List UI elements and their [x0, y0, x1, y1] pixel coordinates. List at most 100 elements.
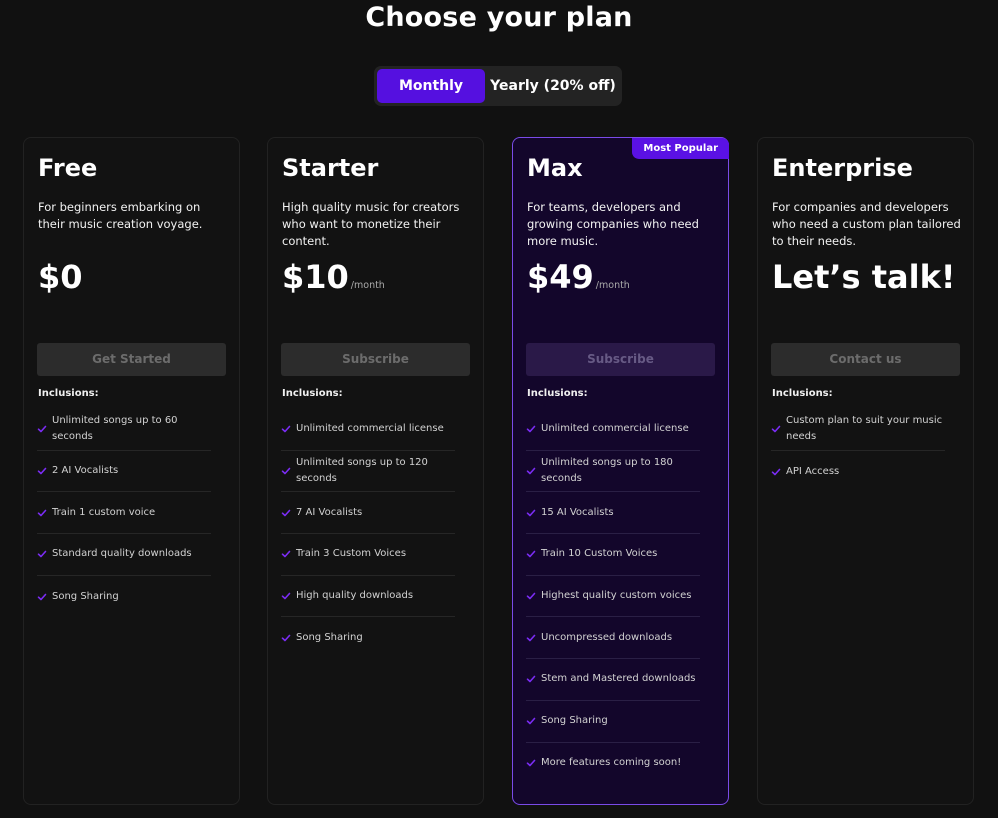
plan-description: High quality music for creators who want… — [282, 200, 460, 248]
pricing-page: Choose your plan Monthly Yearly (20% off… — [0, 0, 998, 818]
plan-name: Max — [527, 154, 583, 182]
feature-text: Unlimited songs up to 180 seconds — [541, 457, 673, 485]
page-title: Choose your plan — [365, 2, 633, 33]
plan-card-free: Free For beginners embarking on their mu… — [23, 137, 240, 805]
check-icon — [37, 592, 47, 602]
feature-item: Song Sharing — [281, 617, 455, 659]
plan-card-enterprise: Enterprise For companies and developers … — [757, 137, 974, 805]
feature-text: Unlimited commercial license — [296, 423, 444, 435]
feature-item: Song Sharing — [526, 701, 700, 743]
feature-item: Highest quality custom voices — [526, 576, 700, 618]
feature-text: Unlimited commercial license — [541, 423, 689, 435]
feature-text: Song Sharing — [541, 715, 608, 727]
feature-text: API Access — [786, 465, 840, 477]
check-icon — [281, 466, 291, 476]
feature-item: Train 3 Custom Voices — [281, 534, 455, 576]
price-row: $10 /month — [282, 258, 385, 296]
get-started-button[interactable]: Get Started — [37, 343, 226, 376]
check-icon — [37, 424, 47, 434]
feature-text: High quality downloads — [296, 590, 414, 602]
billing-toggle: Monthly Yearly (20% off) — [374, 66, 622, 106]
subscribe-button[interactable]: Subscribe — [526, 343, 715, 376]
feature-list: Custom plan to suit your music needs API … — [771, 409, 945, 492]
feature-text: Train 10 Custom Voices — [541, 548, 658, 560]
plan-description: For beginners embarking on their music c… — [38, 200, 203, 231]
feature-text: 2 AI Vocalists — [52, 465, 119, 477]
feature-item: Unlimited songs up to 60 seconds — [37, 409, 211, 451]
check-icon — [37, 508, 47, 518]
feature-list: Unlimited songs up to 60 seconds 2 AI Voc… — [37, 409, 211, 617]
feature-item: Train 10 Custom Voices — [526, 534, 700, 576]
feature-list: Unlimited commercial license Unlimited so… — [281, 409, 455, 659]
feature-text: More features coming soon! — [541, 757, 682, 769]
check-icon — [526, 508, 536, 518]
monthly-toggle-button[interactable]: Monthly — [377, 69, 485, 103]
feature-text: Song Sharing — [52, 590, 119, 602]
check-icon — [281, 508, 291, 518]
feature-item: Uncompressed downloads — [526, 617, 700, 660]
plan-price: Let’s talk! — [772, 258, 956, 296]
most-popular-badge: Most Popular — [632, 138, 729, 159]
feature-text: Highest quality custom voices — [541, 590, 692, 602]
plan-card-max: Most Popular Max For teams, developers a… — [512, 137, 729, 805]
feature-item: Stem and Mastered downloads — [526, 659, 700, 701]
check-icon — [281, 591, 291, 601]
check-icon — [526, 424, 536, 434]
feature-item: 2 AI Vocalists — [37, 451, 211, 493]
feature-text: 15 AI Vocalists — [541, 506, 614, 518]
feature-item: More features coming soon! — [526, 743, 700, 785]
check-icon — [526, 633, 536, 643]
price-row: $49 /month — [527, 258, 630, 296]
feature-text: Custom plan to suit your music needs — [786, 415, 943, 443]
feature-text: Unlimited songs up to 60 seconds — [52, 415, 178, 443]
check-icon — [526, 466, 536, 476]
inclusions-label: Inclusions: — [772, 388, 833, 399]
check-icon — [771, 467, 781, 477]
feature-item: Song Sharing — [37, 576, 211, 618]
plan-price: $49 — [527, 258, 594, 296]
feature-item: 7 AI Vocalists — [281, 492, 455, 535]
check-icon — [37, 466, 47, 476]
price-row: $0 — [38, 258, 83, 296]
contact-us-button[interactable]: Contact us — [771, 343, 960, 376]
feature-list: Unlimited commercial license Unlimited so… — [526, 409, 700, 784]
feature-text: Uncompressed downloads — [541, 631, 673, 643]
check-icon — [526, 549, 536, 559]
feature-text: Stem and Mastered downloads — [541, 673, 696, 685]
feature-text: Train 3 Custom Voices — [296, 548, 407, 560]
price-period: /month — [350, 280, 385, 291]
feature-item: 15 AI Vocalists — [526, 492, 700, 535]
plan-name: Free — [38, 154, 98, 182]
feature-item: Unlimited songs up to 120 seconds — [281, 451, 455, 493]
inclusions-label: Inclusions: — [527, 388, 588, 399]
yearly-toggle-button[interactable]: Yearly (20% off) — [487, 69, 619, 103]
price-row: Let’s talk! — [772, 258, 955, 296]
plan-name: Starter — [282, 154, 379, 182]
inclusions-label: Inclusions: — [38, 388, 99, 399]
subscribe-button[interactable]: Subscribe — [281, 343, 470, 376]
feature-item: High quality downloads — [281, 576, 455, 618]
check-icon — [526, 758, 536, 768]
plan-price: $10 — [282, 258, 349, 296]
check-icon — [37, 549, 47, 559]
feature-item: API Access — [771, 451, 945, 493]
check-icon — [281, 549, 291, 559]
check-icon — [771, 424, 781, 434]
feature-text: Standard quality downloads — [52, 548, 192, 560]
check-icon — [526, 716, 536, 726]
feature-item: Custom plan to suit your music needs — [771, 409, 945, 451]
check-icon — [526, 591, 536, 601]
plan-card-starter: Starter High quality music for creators … — [267, 137, 484, 805]
inclusions-label: Inclusions: — [282, 388, 343, 399]
feature-text: 7 AI Vocalists — [296, 506, 363, 518]
plan-name: Enterprise — [772, 154, 913, 182]
plan-description: For teams, developers and growing compan… — [527, 200, 699, 248]
feature-text: Unlimited songs up to 120 seconds — [296, 457, 428, 485]
feature-text: Song Sharing — [296, 632, 363, 644]
plan-price: $0 — [38, 258, 83, 296]
feature-item: Train 1 custom voice — [37, 492, 211, 535]
feature-item: Unlimited commercial license — [281, 409, 455, 451]
feature-item: Unlimited songs up to 180 seconds — [526, 451, 700, 493]
price-period: /month — [595, 280, 630, 291]
check-icon — [281, 424, 291, 434]
